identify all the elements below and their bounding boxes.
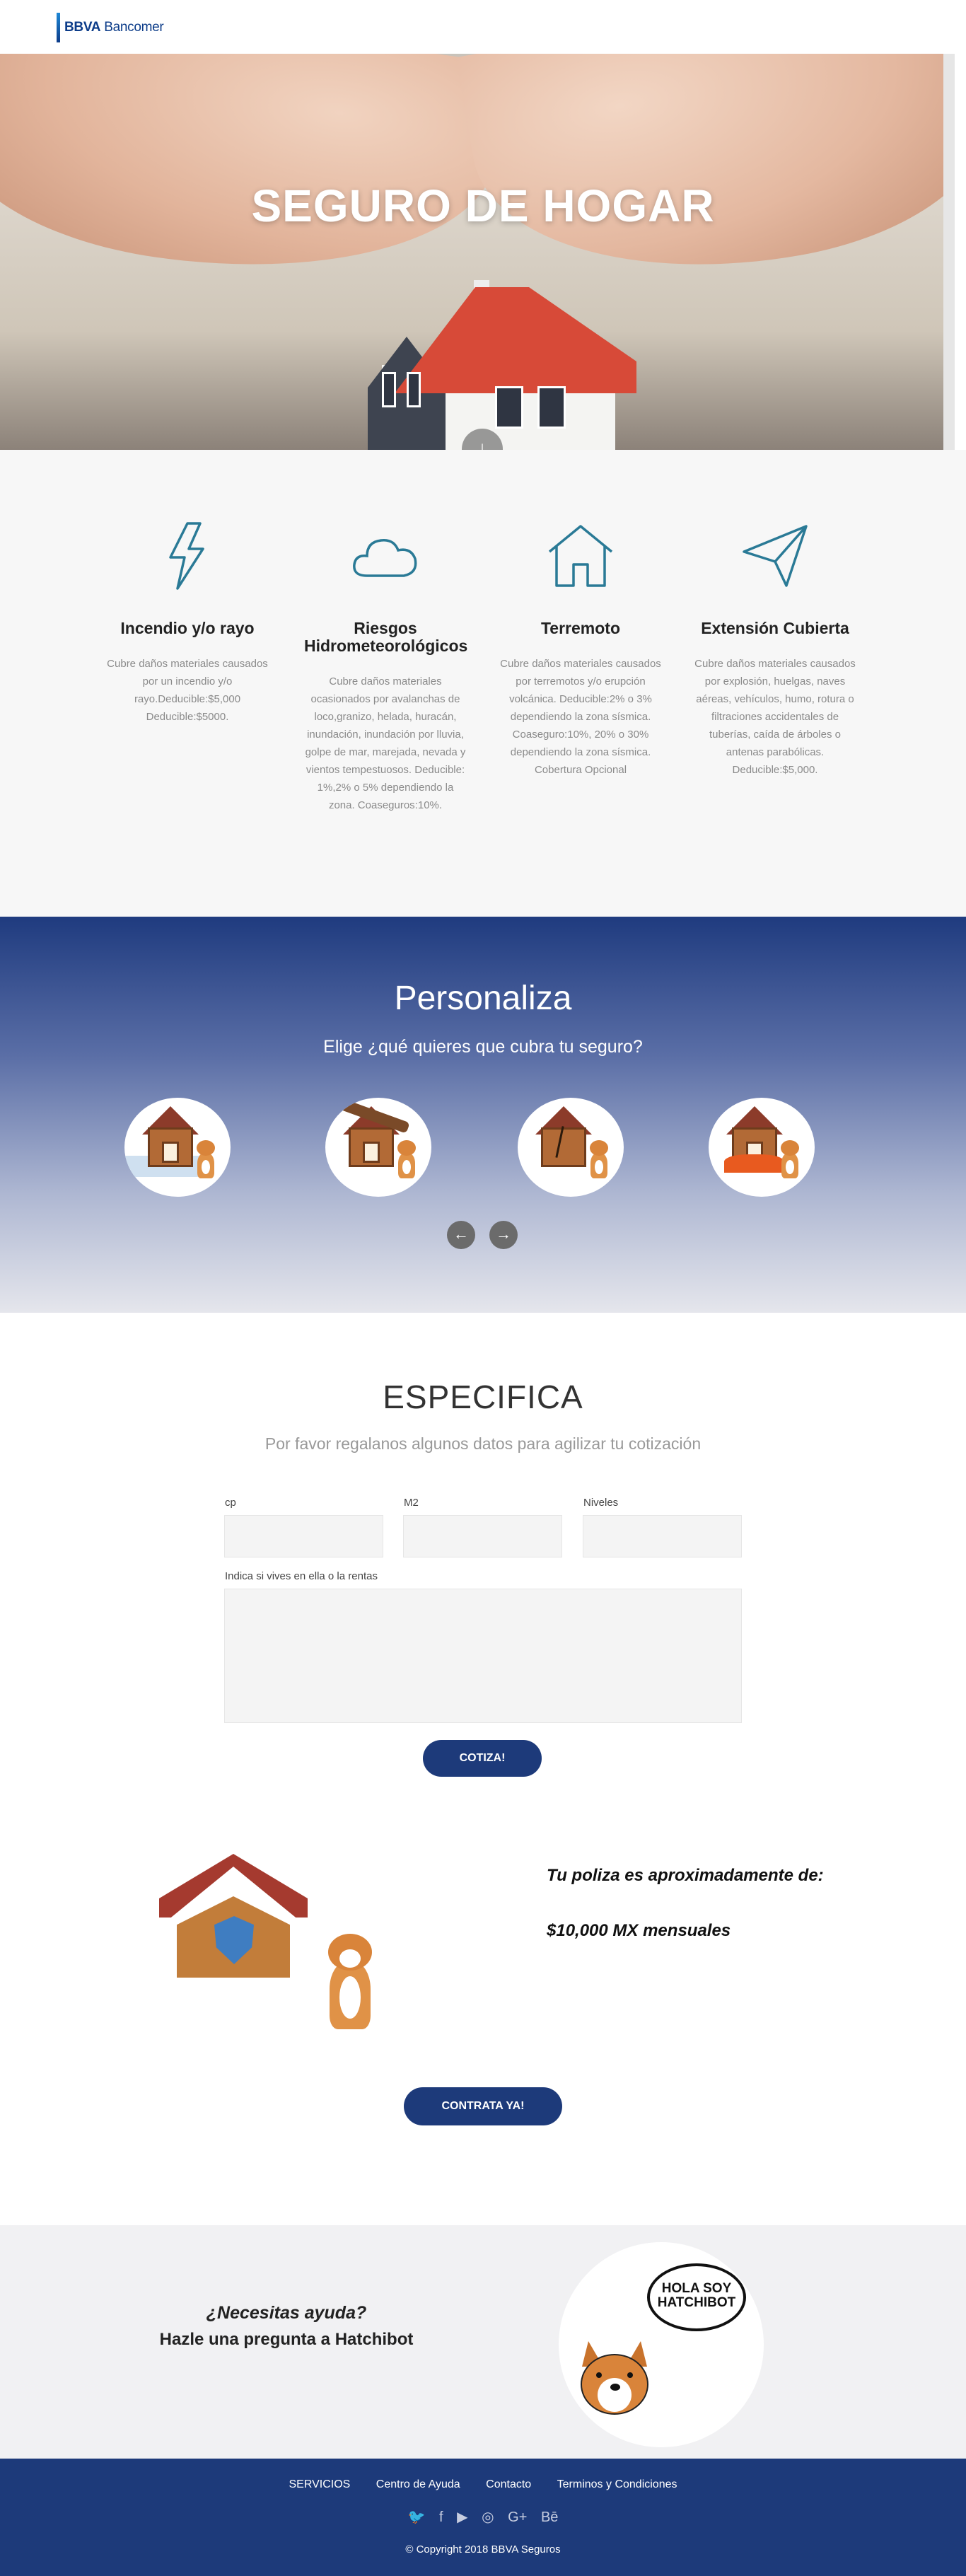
bbva-logo[interactable]: BBVA Bancomer bbox=[57, 13, 164, 42]
option-fire[interactable] bbox=[709, 1098, 815, 1197]
house-icon bbox=[548, 525, 613, 587]
hatchibot-launcher[interactable]: HOLA SOY HATCHIBOT bbox=[559, 2242, 764, 2447]
especifica-title: ESPECIFICA bbox=[383, 1379, 583, 1415]
facebook-icon[interactable]: f bbox=[439, 2510, 443, 2525]
social-links: 🐦 f ▶ ◎ G+ Bē bbox=[0, 2508, 966, 2526]
niveles-label: Niveles bbox=[583, 1497, 619, 1509]
carousel-next-icon[interactable]: → bbox=[489, 1221, 518, 1249]
logo-wordmark: BBVA Bancomer bbox=[64, 20, 164, 35]
feature-extension: Extensión Cubierta Cubre daños materiale… bbox=[694, 521, 856, 779]
poliza-section: Tu poliza es aproximadamente de: $10,000… bbox=[0, 1808, 966, 2225]
bubble-line-2: HATCHIBOT bbox=[657, 2295, 736, 2310]
coverage-features: Incendio y/o rayo Cubre daños materiales… bbox=[0, 450, 966, 917]
feature-extra: Cobertura Opcional bbox=[534, 764, 627, 776]
hatchibot-avatar bbox=[576, 2341, 654, 2419]
footer-link-contacto[interactable]: Contacto bbox=[486, 2478, 531, 2490]
youtube-icon[interactable]: ▶ bbox=[457, 2510, 467, 2525]
personaliza-subtitle: Elige ¿qué quieres que cubra tu seguro? bbox=[323, 1037, 643, 1057]
help-question: ¿Necesitas ayuda? bbox=[206, 2303, 367, 2323]
especifica-section: ESPECIFICA Por favor regalanos algunos d… bbox=[0, 1313, 966, 1808]
feature-desc: Cubre daños materiales causados por expl… bbox=[694, 658, 856, 776]
footer-link-ayuda[interactable]: Centro de Ayuda bbox=[376, 2478, 460, 2490]
feature-terremoto: Terremoto Cubre daños materiales causado… bbox=[499, 521, 662, 779]
hero-section: SEGURO DE HOGAR ↓ bbox=[0, 54, 955, 450]
feature-title: Riesgos Hidrometeorológicos bbox=[304, 619, 468, 655]
google-plus-icon[interactable]: G+ bbox=[508, 2510, 527, 2525]
feature-title: Extensión Cubierta bbox=[701, 619, 849, 637]
personaliza-title: Personaliza bbox=[394, 980, 572, 1017]
m2-input[interactable] bbox=[403, 1515, 562, 1557]
poliza-label: Tu poliza es aproximadamente de: bbox=[547, 1866, 824, 1885]
site-footer: SERVICIOS Centro de Ayuda Contacto Termi… bbox=[0, 2459, 966, 2576]
cloud-icon bbox=[353, 539, 417, 577]
hero-left-hand-image bbox=[0, 54, 509, 303]
feature-riesgos: Riesgos Hidrometeorológicos Cubre daños … bbox=[304, 521, 467, 814]
hero-house-image bbox=[354, 280, 665, 450]
poliza-amount: $10,000 MX mensuales bbox=[547, 1921, 731, 1940]
renta-textarea[interactable] bbox=[224, 1589, 742, 1723]
m2-label: M2 bbox=[404, 1497, 419, 1509]
bubble-line-1: HOLA SOY bbox=[661, 2281, 732, 2296]
help-ask: Hazle una pregunta a Hatchibot bbox=[159, 2330, 414, 2349]
especifica-subtitle: Por favor regalanos algunos datos para a… bbox=[264, 1434, 702, 1453]
hero-title: SEGURO DE HOGAR bbox=[251, 180, 715, 231]
footer-nav: SERVICIOS Centro de Ayuda Contacto Termi… bbox=[0, 2478, 966, 2491]
twitter-icon[interactable]: 🐦 bbox=[408, 2510, 426, 2525]
logo-bold-text: BBVA bbox=[64, 20, 101, 35]
copyright: © Copyright 2018 BBVA Seguros bbox=[405, 2543, 561, 2555]
insured-house-illustration bbox=[159, 1854, 308, 1988]
hatchibot-speech-bubble: HOLA SOY HATCHIBOT bbox=[647, 2263, 746, 2331]
footer-link-terminos[interactable]: Terminos y Condiciones bbox=[557, 2478, 677, 2490]
feature-incendio: Incendio y/o rayo Cubre daños materiales… bbox=[106, 521, 269, 726]
instagram-icon[interactable]: ◎ bbox=[482, 2510, 494, 2525]
niveles-input[interactable] bbox=[583, 1515, 742, 1557]
feature-title: Incendio y/o rayo bbox=[120, 619, 255, 637]
paper-plane-icon bbox=[743, 525, 808, 587]
site-header: BBVA Bancomer bbox=[0, 0, 966, 54]
cp-label: cp bbox=[225, 1497, 236, 1509]
behance-icon[interactable]: Bē bbox=[541, 2510, 558, 2525]
feature-desc: Cubre daños materiales causados por terr… bbox=[500, 658, 661, 758]
personaliza-section: Personaliza Elige ¿qué quieres que cubra… bbox=[0, 917, 966, 1313]
lightning-icon bbox=[169, 522, 204, 590]
feature-desc: Cubre daños materiales causados por un i… bbox=[107, 658, 268, 723]
feature-desc: Cubre daños materiales ocasionados por a… bbox=[305, 675, 466, 811]
contrata-button[interactable]: CONTRATA YA! bbox=[404, 2087, 562, 2125]
renta-label: Indica si vives en ella o la rentas bbox=[225, 1570, 378, 1582]
option-fallen-tree[interactable] bbox=[325, 1098, 431, 1197]
option-earthquake[interactable] bbox=[518, 1098, 624, 1197]
dog-illustration bbox=[325, 1934, 375, 2029]
help-section: ¿Necesitas ayuda? Hazle una pregunta a H… bbox=[0, 2225, 966, 2459]
carousel-prev-icon[interactable]: ← bbox=[447, 1221, 475, 1249]
footer-link-servicios[interactable]: SERVICIOS bbox=[289, 2478, 350, 2490]
option-flood[interactable] bbox=[124, 1098, 231, 1197]
logo-light-text: Bancomer bbox=[104, 20, 164, 35]
feature-title: Terremoto bbox=[540, 619, 621, 637]
logo-mark bbox=[57, 13, 60, 42]
cotiza-button[interactable]: COTIZA! bbox=[423, 1740, 542, 1777]
cp-input[interactable] bbox=[224, 1515, 383, 1557]
